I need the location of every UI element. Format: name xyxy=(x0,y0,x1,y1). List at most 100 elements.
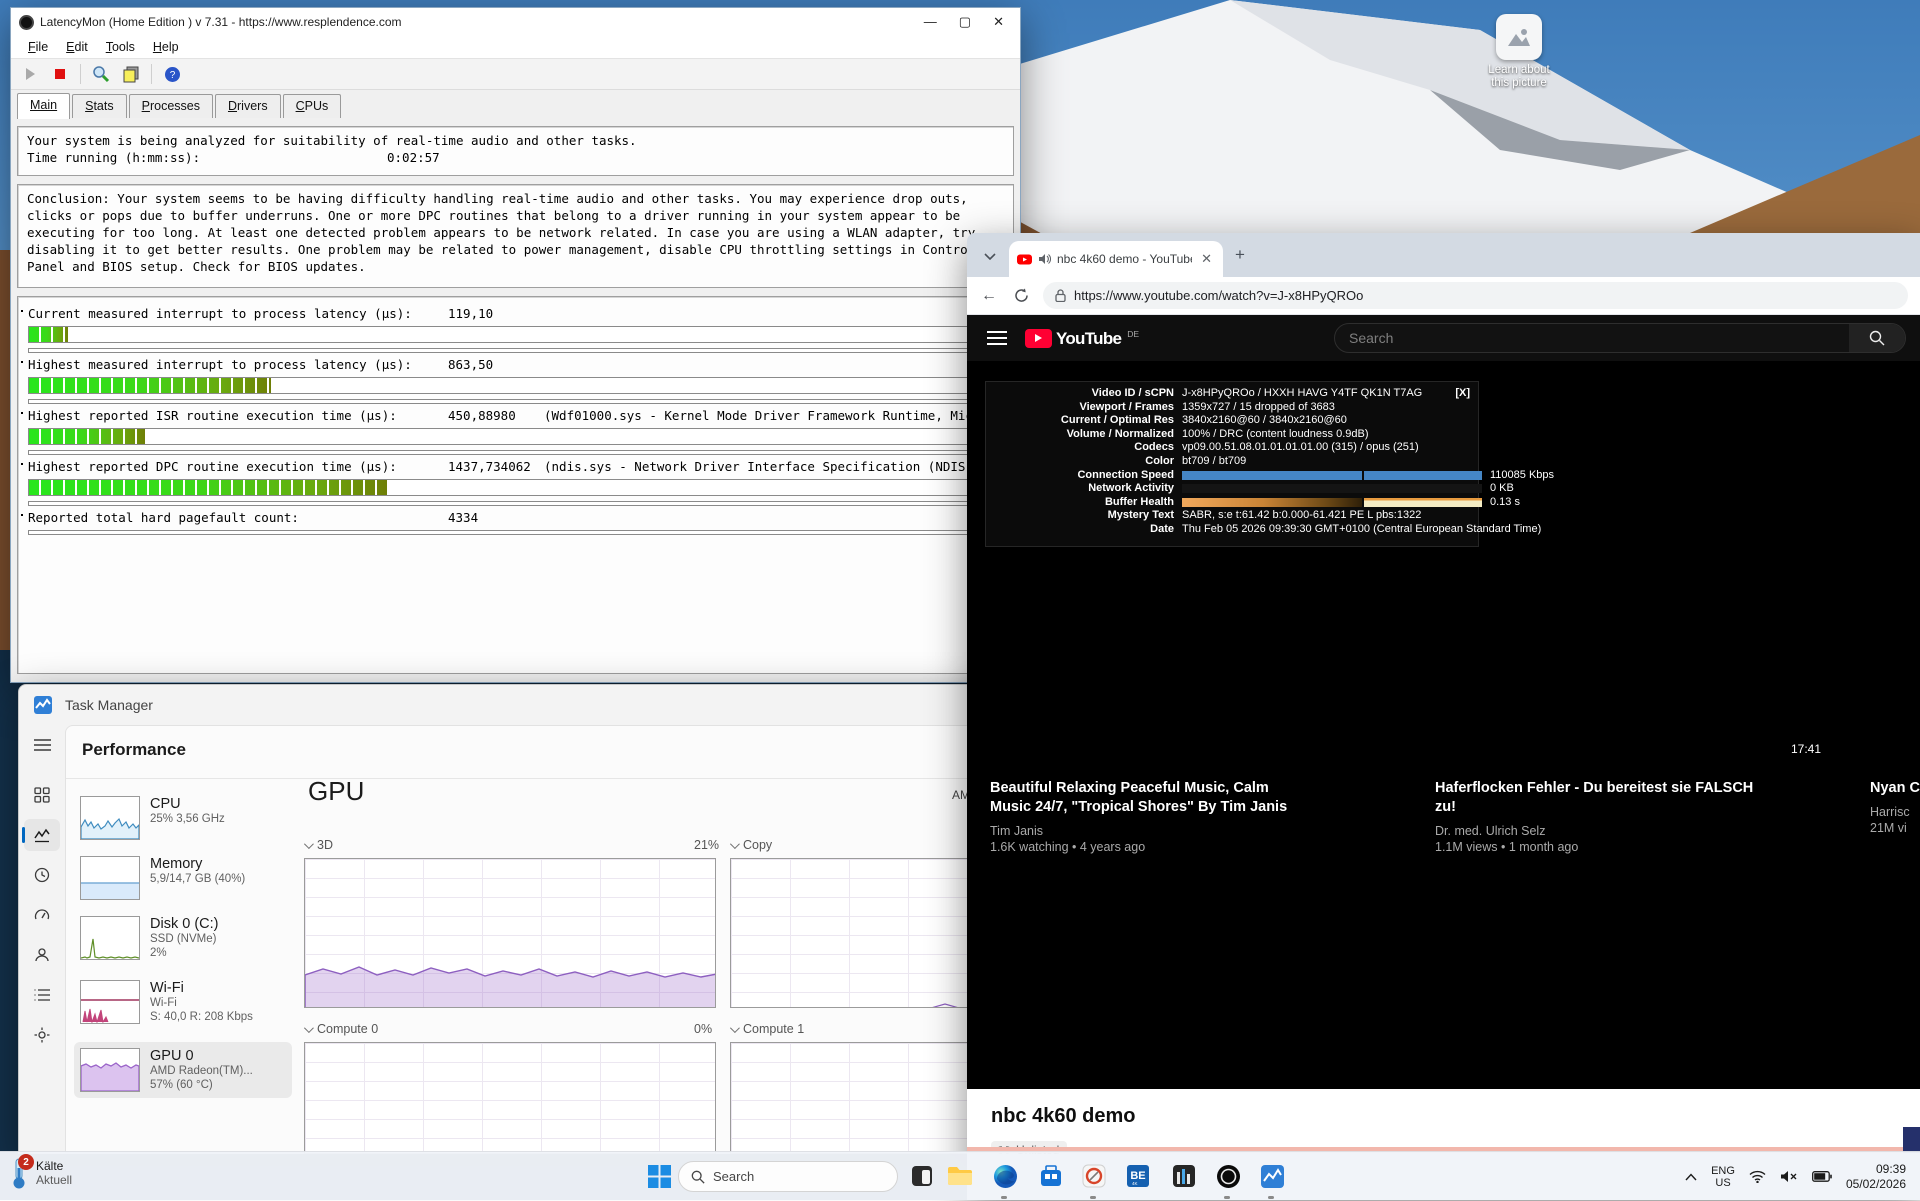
tray-date: 05/02/2026 xyxy=(1846,1177,1906,1192)
chart-label-3d[interactable]: 3D xyxy=(304,838,333,852)
tray-chevron-up-icon[interactable] xyxy=(1685,1173,1697,1181)
item-sub: 25% 3,56 GHz xyxy=(150,812,225,826)
video-title: nbc 4k60 demo xyxy=(991,1105,1136,1128)
analyze-tool-icon[interactable] xyxy=(88,62,114,86)
metric-value: 450,88980 xyxy=(448,407,516,424)
tab-close-icon[interactable]: ✕ xyxy=(1198,251,1215,267)
menu-help[interactable]: Help xyxy=(144,38,188,56)
metric-label: Current measured interrupt to process la… xyxy=(28,306,412,321)
youtube-favicon xyxy=(1017,252,1032,267)
metric-driver-info: (Wdf01000.sys - Kernel Mode Driver Frame… xyxy=(544,407,1033,424)
suggested-video-card[interactable]: Haferflocken Fehler - Du bereitest sie F… xyxy=(1435,779,1775,854)
start-button[interactable] xyxy=(645,1162,673,1190)
audio-meter-app-icon[interactable] xyxy=(1170,1162,1198,1190)
suggested-video-card[interactable]: Nyan C Harrisc 21M vi xyxy=(1870,779,1920,835)
youtube-menu-icon[interactable] xyxy=(987,331,1007,345)
nav-app-history-icon[interactable] xyxy=(24,859,60,891)
file-explorer-icon[interactable] xyxy=(946,1162,974,1190)
chart-label-compute1[interactable]: Compute 1 xyxy=(730,1022,804,1036)
suggested-video-title[interactable]: Beautiful Relaxing Peaceful Music, Calm … xyxy=(990,779,1310,817)
edge-browser-icon[interactable] xyxy=(991,1162,1019,1190)
task-manager-titlebar[interactable]: Task Manager xyxy=(19,685,1027,725)
close-button[interactable]: ✕ xyxy=(993,14,1004,30)
speaker-muted-icon[interactable] xyxy=(1780,1170,1798,1183)
tab-audio-icon[interactable] xyxy=(1038,253,1051,265)
tab-main[interactable]: Main xyxy=(17,93,70,119)
metric-label: Highest reported ISR routine execution t… xyxy=(28,408,397,423)
suggested-video-title[interactable]: Haferflocken Fehler - Du bereitest sie F… xyxy=(1435,779,1775,817)
be-app-icon[interactable]: BE4K xyxy=(1124,1162,1152,1190)
microsoft-store-icon[interactable] xyxy=(1037,1162,1065,1190)
snipping-tool-icon[interactable] xyxy=(1080,1162,1108,1190)
taskbar-weather-widget[interactable]: 2 Kälte Aktuell xyxy=(8,1156,72,1190)
suggested-video-meta: 1.6K watching • 4 years ago xyxy=(990,840,1310,854)
suggested-video-card[interactable]: Beautiful Relaxing Peaceful Music, Calm … xyxy=(990,779,1310,854)
photos-app-icon[interactable] xyxy=(908,1162,936,1190)
suggested-video-title[interactable]: Nyan C xyxy=(1870,779,1920,798)
youtube-search-button[interactable] xyxy=(1849,324,1905,352)
battery-icon[interactable] xyxy=(1812,1171,1832,1182)
youtube-logo[interactable]: YouTube DE xyxy=(1025,329,1139,348)
perf-item-disk[interactable]: Disk 0 (C:) SSD (NVMe) 2% xyxy=(74,910,292,966)
memory-minichart xyxy=(80,856,140,900)
back-button[interactable]: ← xyxy=(979,286,999,306)
nav-performance-icon[interactable] xyxy=(24,819,60,851)
task-manager-taskbar-icon[interactable] xyxy=(1258,1162,1286,1190)
notification-badge: 2 xyxy=(18,1154,34,1170)
stats-label: Connection Speed xyxy=(986,469,1174,483)
stats-close-button[interactable]: [X] xyxy=(1455,387,1470,399)
address-bar[interactable]: https://www.youtube.com/watch?v=J-x8HPyQ… xyxy=(1043,282,1908,309)
latencymon-titlebar[interactable]: LatencyMon (Home Edition ) v 7.31 - http… xyxy=(11,8,1020,36)
minimize-button[interactable]: — xyxy=(924,14,937,30)
menu-file[interactable]: File xyxy=(19,38,57,56)
tab-processes[interactable]: Processes xyxy=(129,94,213,118)
video-player[interactable]: [X] Video ID / sCPNJ-x8HPyQROo / HXXH HA… xyxy=(967,361,1920,1089)
chart-label-compute0[interactable]: Compute 0 xyxy=(304,1022,378,1036)
status-line: Your system is being analyzed for suitab… xyxy=(27,132,1004,149)
menu-edit[interactable]: Edit xyxy=(57,38,97,56)
stop-monitor-button[interactable] xyxy=(47,62,73,86)
wifi-icon[interactable] xyxy=(1749,1170,1766,1183)
task-manager-app-icon xyxy=(33,695,53,715)
tab-drivers[interactable]: Drivers xyxy=(215,94,281,118)
maximize-button[interactable]: ▢ xyxy=(959,14,971,30)
new-tab-button[interactable]: + xyxy=(1235,245,1245,265)
tab-search-chevron-icon[interactable] xyxy=(979,245,1001,267)
nav-startup-apps-icon[interactable] xyxy=(24,899,60,931)
chevron-down-icon xyxy=(730,1023,740,1033)
tray-time: 09:39 xyxy=(1846,1162,1906,1177)
browser-tabstrip: nbc 4k60 demo - YouTube ✕ + xyxy=(967,233,1920,277)
tab-cpus[interactable]: CPUs xyxy=(283,94,342,118)
learn-picture-icon[interactable] xyxy=(1496,14,1542,60)
perf-item-wifi[interactable]: Wi-Fi Wi-Fi S: 40,0 R: 208 Kbps xyxy=(74,974,292,1030)
menu-tools[interactable]: Tools xyxy=(97,38,144,56)
nav-details-icon[interactable] xyxy=(24,979,60,1011)
perf-item-gpu[interactable]: GPU 0 AMD Radeon(TM)... 57% (60 °C) xyxy=(74,1042,292,1098)
nav-menu-button[interactable] xyxy=(24,729,60,761)
suggested-video-channel[interactable]: Harrisc xyxy=(1870,805,1920,819)
help-icon[interactable]: ? xyxy=(159,62,185,86)
start-monitor-button[interactable] xyxy=(17,62,43,86)
stats-value: 0.13 s xyxy=(1490,496,1520,510)
nav-users-icon[interactable] xyxy=(24,939,60,971)
connection-speed-bar xyxy=(1182,471,1482,480)
toolbar-separator xyxy=(80,64,81,84)
nav-processes-icon[interactable] xyxy=(24,779,60,811)
taskbar-search-box[interactable]: Search xyxy=(678,1161,898,1192)
weather-line1: Kälte xyxy=(36,1159,72,1173)
language-indicator[interactable]: ENGUS xyxy=(1711,1165,1735,1189)
perf-item-cpu[interactable]: CPU 25% 3,56 GHz xyxy=(74,790,292,846)
browser-tab-active[interactable]: nbc 4k60 demo - YouTube ✕ xyxy=(1009,241,1223,277)
suggested-video-channel[interactable]: Dr. med. Ulrich Selz xyxy=(1435,824,1775,838)
windows-tool-icon[interactable] xyxy=(118,62,144,86)
latencymon-taskbar-icon[interactable] xyxy=(1214,1162,1242,1190)
suggested-video-channel[interactable]: Tim Janis xyxy=(990,824,1310,838)
chart-label-copy[interactable]: Copy xyxy=(730,838,772,852)
youtube-search-box[interactable]: Search xyxy=(1334,323,1906,353)
nav-services-icon[interactable] xyxy=(24,1019,60,1051)
perf-item-memory[interactable]: Memory 5,9/14,7 GB (40%) xyxy=(74,850,292,906)
learn-about-picture-widget[interactable]: Learn about this picture xyxy=(1464,14,1574,90)
clock[interactable]: 09:39 05/02/2026 xyxy=(1846,1162,1906,1192)
refresh-button[interactable] xyxy=(1011,286,1031,306)
tab-stats[interactable]: Stats xyxy=(72,94,127,118)
